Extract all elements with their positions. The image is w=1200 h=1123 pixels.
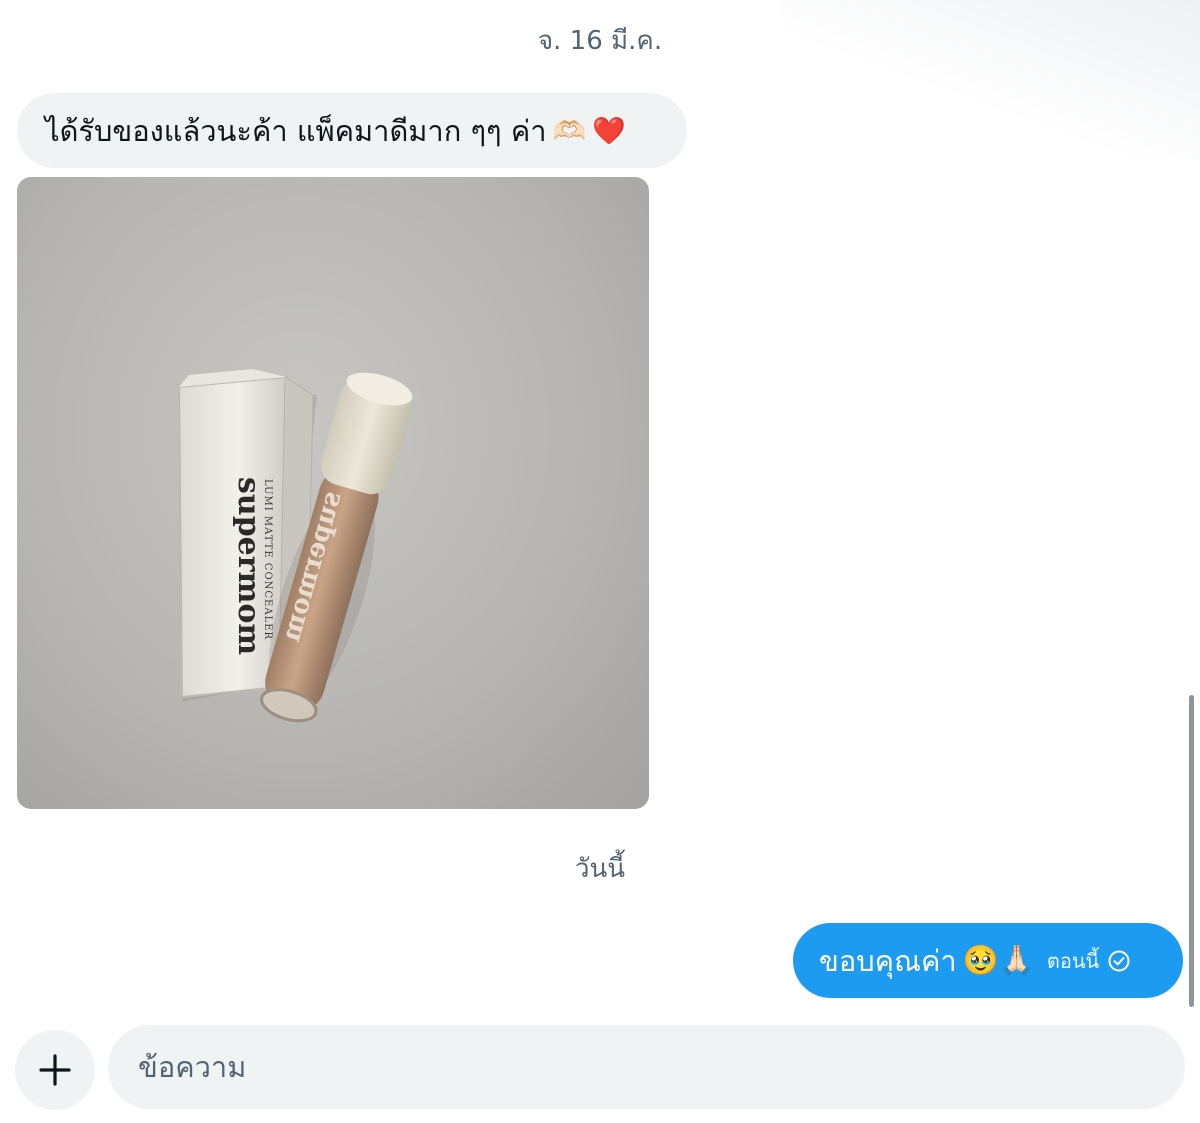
attached-photo[interactable]: supermom LUMI MATTE CONCEALER supermom: [17, 177, 649, 809]
message-timestamp: ตอนนี้: [1046, 948, 1100, 973]
box-product-text: LUMI MATTE CONCEALER: [262, 479, 273, 640]
message-input[interactable]: [108, 1025, 1185, 1109]
date-separator-today: วันนี้: [574, 854, 626, 884]
sent-check-icon: [1107, 949, 1131, 973]
add-attachment-button[interactable]: [15, 1030, 95, 1110]
incoming-message-text: ได้รับของแล้วนะค้า แพ็คมาดีมาก ๆๆ ค่า: [45, 113, 547, 148]
box-brand-text: supermom: [231, 477, 266, 655]
message-composer: [0, 1022, 1200, 1123]
product-photo-illustration: supermom LUMI MATTE CONCEALER supermom: [177, 369, 413, 723]
pleading-pray-emoji: 🥹🙏🏻: [962, 943, 1035, 977]
red-heart-emoji: ❤️: [592, 115, 626, 147]
date-separator: จ. 16 มี.ค.: [537, 26, 663, 56]
outgoing-message-text: ขอบคุณค่า: [819, 943, 957, 978]
scrollbar[interactable]: [1189, 695, 1194, 1007]
plus-icon: [39, 1054, 71, 1086]
outgoing-message-bubble[interactable]: ขอบคุณค่า 🥹🙏🏻 ตอนนี้: [793, 923, 1183, 998]
incoming-message-bubble[interactable]: ได้รับของแล้วนะค้า แพ็คมาดีมาก ๆๆ ค่า 🫶🏻…: [17, 93, 687, 168]
heart-hands-emoji: 🫶🏻: [552, 115, 587, 147]
